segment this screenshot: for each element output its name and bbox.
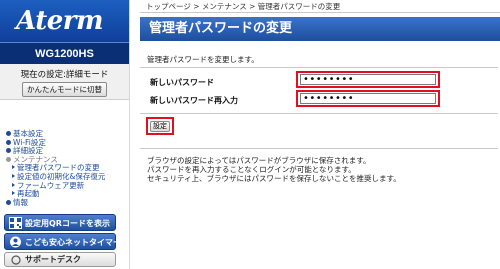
bullet-icon xyxy=(6,139,11,145)
qr-code-button-label: 設定用QRコードを表示 xyxy=(25,219,110,228)
support-desk-button-label: サポートデスク xyxy=(25,255,81,264)
main-content: トップページ > メンテナンス > 管理者パスワードの変更 管理者パスワードの変… xyxy=(140,0,500,269)
page-title: 管理者パスワードの変更 xyxy=(140,17,500,41)
new-password-label: 新しいパスワード xyxy=(150,78,214,87)
triangle-right-icon xyxy=(12,165,15,170)
circle-icon xyxy=(11,255,21,265)
set-button-highlight: 設定 xyxy=(146,117,174,135)
triangle-right-icon xyxy=(12,191,15,196)
confirm-password-field[interactable]: •••••••• xyxy=(300,93,436,104)
qr-code-button[interactable]: 設定用QRコードを表示 xyxy=(4,214,116,231)
triangle-right-icon xyxy=(12,173,15,178)
bullet-icon xyxy=(6,148,11,154)
model-name: WG1200HS xyxy=(0,42,129,64)
breadcrumb: トップページ > メンテナンス > 管理者パスワードの変更 xyxy=(140,0,500,13)
note-line: セキュリティ上、ブラウザにはパスワードを保存しないことを推奨します。 xyxy=(147,174,401,183)
note-line: パスワードを再入力することなくログインが可能となります。 xyxy=(147,165,356,174)
bullet-icon xyxy=(6,156,11,162)
password-form: 新しいパスワード •••••••• 新しいパスワード再入力 •••••••• xyxy=(140,67,498,114)
note-line: ブラウザの設定によってはパスワードがブラウザに保存されます。 xyxy=(147,156,371,165)
support-desk-button[interactable]: サポートデスク xyxy=(4,252,116,267)
aterm-logo: Aterm xyxy=(0,0,129,42)
bullet-icon xyxy=(6,199,11,205)
confirm-password-label: 新しいパスワード再入力 xyxy=(150,96,238,105)
kids-timer-button-label: こども安心ネットタイマー xyxy=(25,238,121,247)
confirm-password-highlight: •••••••• xyxy=(296,90,440,107)
triangle-right-icon xyxy=(12,182,15,187)
sidebar-item-info[interactable]: 情報 xyxy=(6,198,126,208)
page-description: 管理者パスワードを変更します。 xyxy=(147,55,259,64)
current-mode-text: 現在の設定:詳細モード xyxy=(20,70,109,80)
set-button[interactable]: 設定 xyxy=(150,121,170,132)
kids-timer-button[interactable]: こども安心ネットタイマー xyxy=(4,233,121,250)
bullet-icon xyxy=(6,131,11,136)
note-panel: ブラウザの設定によってはパスワードがブラウザに保存されます。 パスワードを再入力… xyxy=(140,148,498,183)
new-password-highlight: •••••••• xyxy=(296,71,440,88)
sidebar-nav: 基本設定 Wi-Fi設定 詳細設定 メンテナンス 管理者パスワードの変更 設定値… xyxy=(6,129,126,208)
child-icon xyxy=(10,236,21,248)
qr-code-icon xyxy=(9,217,22,229)
new-password-field[interactable]: •••••••• xyxy=(300,74,436,85)
simple-mode-button[interactable]: かんたんモードに切替 xyxy=(22,82,107,97)
sidebar: Aterm WG1200HS 現在の設定:詳細モード かんたんモードに切替 基本… xyxy=(0,0,130,269)
mode-box: 現在の設定:詳細モード かんたんモードに切替 xyxy=(0,64,129,100)
